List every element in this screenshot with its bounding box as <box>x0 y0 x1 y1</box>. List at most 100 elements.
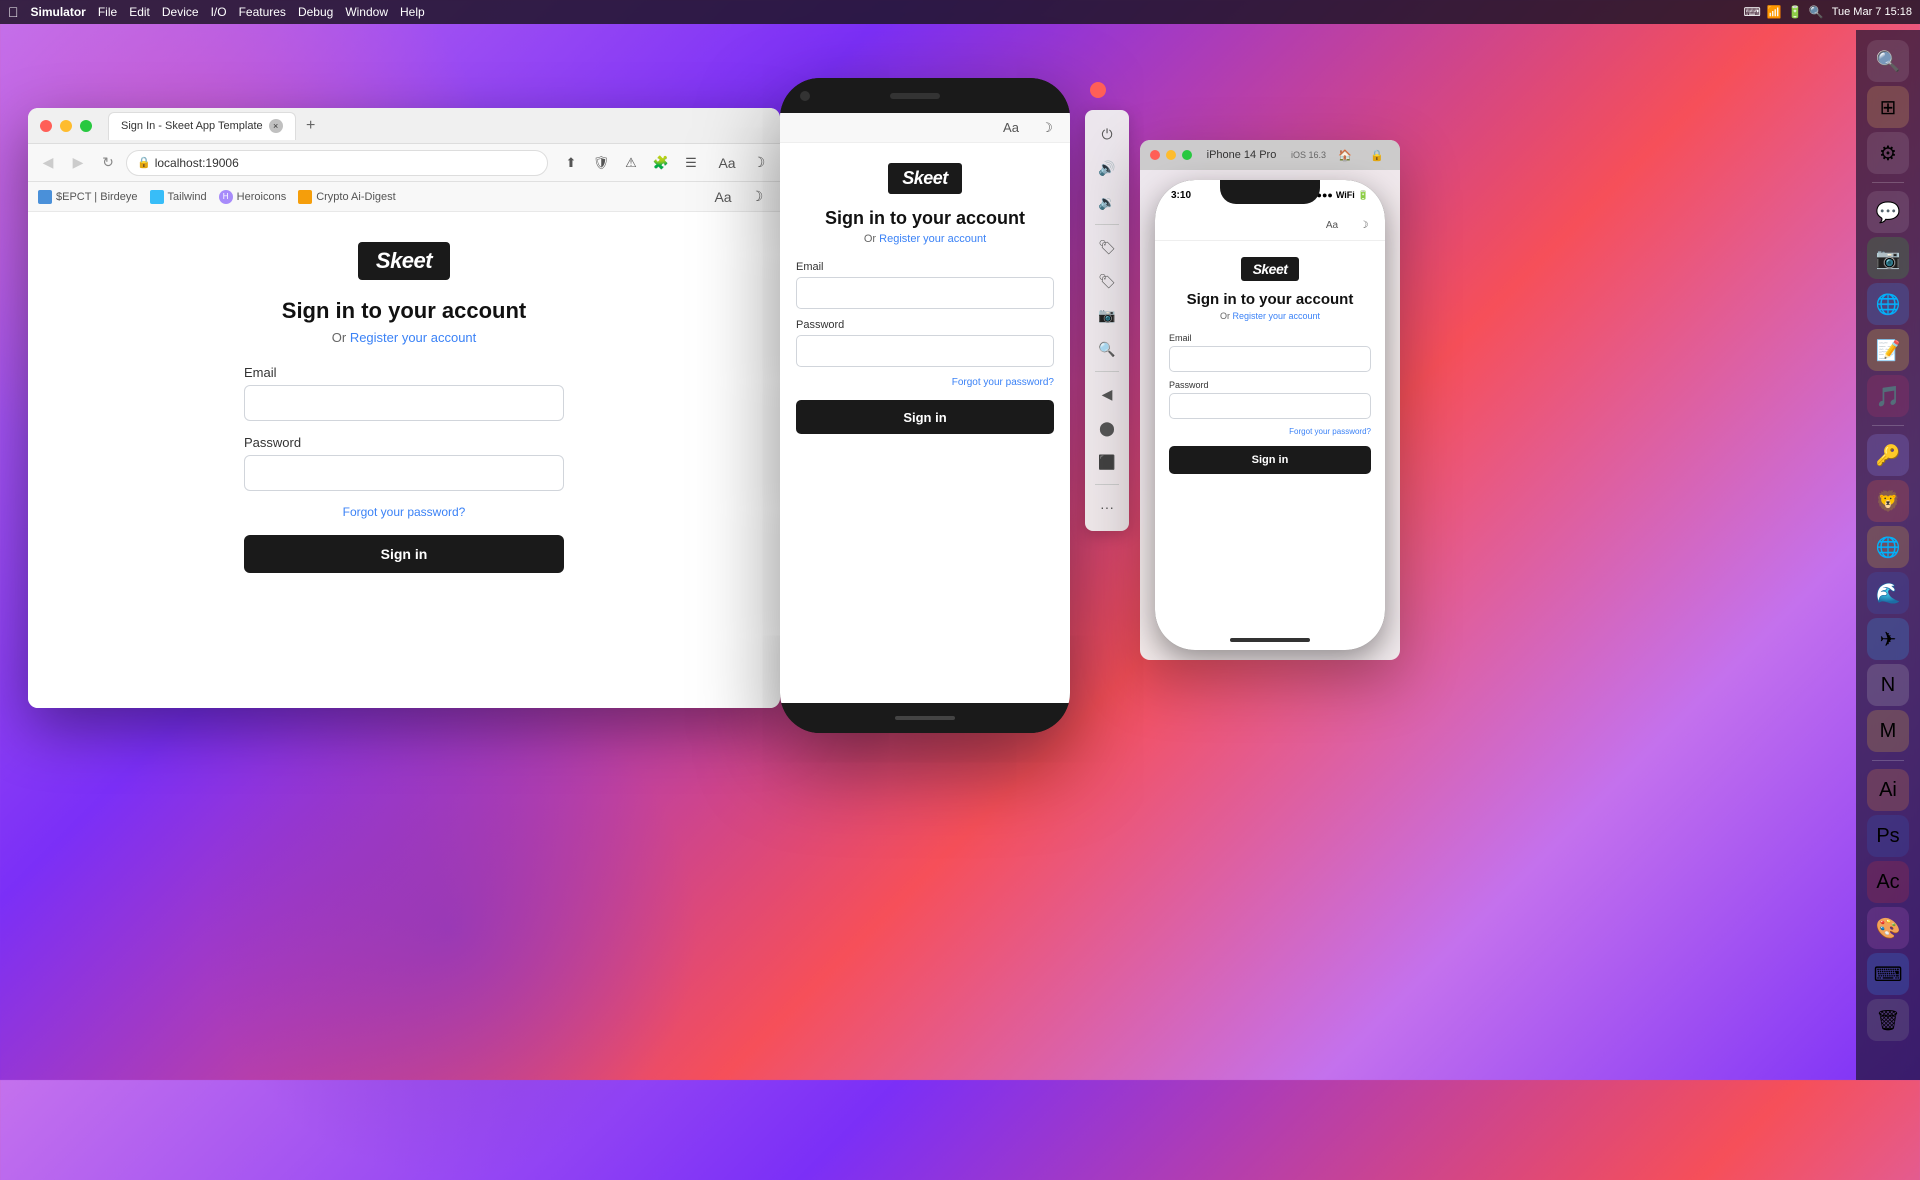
menu-debug[interactable]: Debug <box>298 5 333 19</box>
iphone-min-button[interactable] <box>1166 150 1176 160</box>
iphone-max-button[interactable] <box>1182 150 1192 160</box>
menu-window[interactable]: Window <box>345 5 388 19</box>
sidebar-notes-icon[interactable]: 📝 <box>1867 329 1909 371</box>
password-input[interactable] <box>244 455 564 491</box>
sim-power-button[interactable]: ⏻ <box>1091 118 1123 150</box>
menu-features[interactable]: Features <box>239 5 286 19</box>
android-skeet-logo: Skeet <box>888 163 962 194</box>
iphone-email-input[interactable] <box>1169 346 1371 372</box>
sidebar-edge-icon[interactable]: 🌊 <box>1867 572 1909 614</box>
sidebar-trash-icon[interactable]: 🗑 <box>1867 999 1909 1041</box>
menu-device[interactable]: Device <box>162 5 199 19</box>
tab-close-button[interactable]: × <box>269 119 283 133</box>
sidebar-vscode-icon[interactable]: ⌨ <box>1867 953 1909 995</box>
iphone-lock-button[interactable]: 🔒 <box>1364 142 1390 168</box>
dark-mode-button[interactable]: ☽ <box>746 150 772 176</box>
register-link[interactable]: Register your account <box>350 330 476 345</box>
android-home-indicator[interactable] <box>895 716 955 720</box>
sidebar-facetime-icon[interactable]: 📷 <box>1867 237 1909 279</box>
sidebar-settings-icon[interactable]: ⚙ <box>1867 132 1909 174</box>
forward-button[interactable]: ▶ <box>66 151 90 175</box>
android-signin-button[interactable]: Sign in <box>796 400 1054 434</box>
sim-tag-button-2[interactable]: 🏷 <box>1091 265 1123 297</box>
bookmark-crypto[interactable]: Crypto Ai-Digest <box>298 190 395 204</box>
translate-button[interactable]: Aa <box>714 150 740 176</box>
share-button[interactable]: ⬆ <box>558 150 584 176</box>
minimize-button[interactable] <box>60 120 72 132</box>
sim-volume-up-button[interactable]: 🔊 <box>1091 152 1123 184</box>
back-button[interactable]: ◀ <box>36 151 60 175</box>
sim-back-button[interactable]: ◀ <box>1091 378 1123 410</box>
bookmark-tailwind[interactable]: Tailwind <box>150 190 207 204</box>
iphone-screen: Skeet Sign in to your account Or Registe… <box>1155 241 1385 650</box>
iphone-register-link[interactable]: Register your account <box>1232 311 1320 321</box>
sidebar-miro-icon[interactable]: M <box>1867 710 1909 752</box>
sim-tag-button-1[interactable]: 🏷 <box>1091 231 1123 263</box>
menu-edit[interactable]: Edit <box>129 5 150 19</box>
browser-tab-active[interactable]: Sign In - Skeet App Template × <box>108 112 296 140</box>
shield-button[interactable]: 🛡 <box>588 150 614 176</box>
extensions-button[interactable]: 🧩 <box>648 150 674 176</box>
email-input[interactable] <box>244 385 564 421</box>
sim-volume-down-button[interactable]: 🔉 <box>1091 186 1123 218</box>
android-translate-button[interactable]: Aa <box>998 115 1024 141</box>
android-forgot-password-link[interactable]: Forgot your password? <box>796 377 1054 388</box>
sim-camera-button[interactable]: 📷 <box>1091 299 1123 331</box>
sidebar-acrobat-icon[interactable]: Ac <box>1867 861 1909 903</box>
iphone-translate-button[interactable]: Aa <box>1319 212 1345 238</box>
iphone-home-button[interactable]: 🏠 <box>1332 142 1358 168</box>
tab-title: Sign In - Skeet App Template <box>121 120 263 132</box>
sidebar-music-icon[interactable]: 🎵 <box>1867 375 1909 417</box>
bookmark-heroicons[interactable]: H Heroicons <box>219 190 287 204</box>
sidebar-telegram-icon[interactable]: ✈ <box>1867 618 1909 660</box>
sidebar-photoshop-icon[interactable]: Ps <box>1867 815 1909 857</box>
sim-zoom-button[interactable]: 🔍 <box>1091 333 1123 365</box>
iphone-dark-mode-button[interactable]: ☽ <box>1351 212 1377 238</box>
sidebar-safari-icon[interactable]: 🌐 <box>1867 283 1909 325</box>
iphone-home-bar[interactable] <box>1230 638 1310 642</box>
android-dark-mode-button[interactable]: ☽ <box>1034 115 1060 141</box>
menu-simulator[interactable]: Simulator <box>31 5 86 19</box>
signin-button[interactable]: Sign in <box>244 535 564 573</box>
translate-button-2[interactable]: Aa <box>710 184 736 210</box>
new-tab-button[interactable]: + <box>300 115 322 137</box>
sidebar-illustrator-icon[interactable]: Ai <box>1867 769 1909 811</box>
dark-mode-button-2[interactable]: ☽ <box>744 184 770 210</box>
sim-square-button[interactable]: ⬛ <box>1091 446 1123 478</box>
iphone-forgot-password-link[interactable]: Forgot your password? <box>1169 427 1371 436</box>
browser-toolbar-icons: ⬆ 🛡 ⚠ 🧩 ☰ <box>558 150 704 176</box>
iphone-close-button[interactable] <box>1150 150 1160 160</box>
sidebar-brave-icon[interactable]: 🦁 <box>1867 480 1909 522</box>
address-bar[interactable]: 🔒 localhost:19006 <box>126 150 548 176</box>
sidebar-notion-icon[interactable]: N <box>1867 664 1909 706</box>
sidebar-figma-icon[interactable]: 🎨 <box>1867 907 1909 949</box>
simulator-close-button[interactable] <box>1090 82 1106 98</box>
browser-settings-button[interactable]: ☰ <box>678 150 704 176</box>
warning-button[interactable]: ⚠ <box>618 150 644 176</box>
sim-more-button[interactable]: ··· <box>1091 491 1123 523</box>
sidebar-chrome-icon[interactable]: 🌐 <box>1867 526 1909 568</box>
bookmark-epct[interactable]: $EPCT | Birdeye <box>38 190 138 204</box>
forgot-password-link[interactable]: Forgot your password? <box>343 505 466 519</box>
bg-shape-2 <box>200 680 700 1180</box>
menu-io[interactable]: I/O <box>211 5 227 19</box>
sidebar-passwords-icon[interactable]: 🔑 <box>1867 434 1909 476</box>
close-button[interactable] <box>40 120 52 132</box>
apple-menu[interactable]:  <box>8 4 19 20</box>
iphone-password-input[interactable] <box>1169 393 1371 419</box>
sidebar-launchpad-icon[interactable]: ⊞ <box>1867 86 1909 128</box>
sidebar-messages-icon[interactable]: 💬 <box>1867 191 1909 233</box>
android-password-input[interactable] <box>796 335 1054 367</box>
android-email-input[interactable] <box>796 277 1054 309</box>
menu-help[interactable]: Help <box>400 5 425 19</box>
refresh-button[interactable]: ↻ <box>96 151 120 175</box>
android-register-link[interactable]: Register your account <box>879 233 986 245</box>
sidebar-finder-icon[interactable]: 🔍 <box>1867 40 1909 82</box>
sim-home-button[interactable]: ⬤ <box>1091 412 1123 444</box>
iphone-signin-button[interactable]: Sign in <box>1169 446 1371 474</box>
iphone-content: Skeet Sign in to your account Or Registe… <box>1155 241 1385 650</box>
menu-file[interactable]: File <box>98 5 117 19</box>
android-top-controls: Aa ☽ <box>780 113 1070 143</box>
maximize-button[interactable] <box>80 120 92 132</box>
android-password-group: Password <box>796 319 1054 367</box>
